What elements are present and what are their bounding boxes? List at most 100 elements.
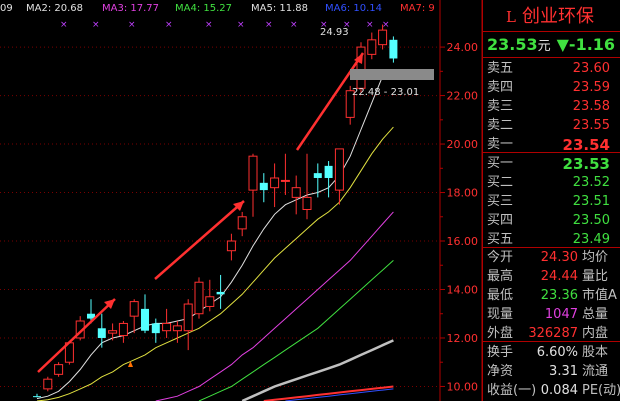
row-right-label: 总量 (582, 307, 609, 322)
row-value: 23.51 (572, 194, 610, 209)
candle-body-up (237, 216, 247, 230)
x-marker: × (165, 20, 173, 30)
row-value: 6.60% (536, 345, 578, 360)
ma-legend: 09 MA2: 20.68 MA3: 17.77 MA4: 15.27 MA5:… (0, 0, 440, 18)
stock-title: L 创业环保 (506, 4, 594, 30)
book-divider (482, 152, 620, 153)
candle-body-up (367, 39, 377, 55)
row-value: 23.36 (540, 288, 578, 303)
row-label: 卖五 (487, 61, 514, 76)
row-value: 23.58 (572, 99, 610, 114)
axis-tick-label: 12.00 (447, 332, 479, 345)
candle-body-down (97, 328, 106, 338)
x-marker: × (237, 20, 245, 30)
last-price: 23.53 (487, 35, 538, 54)
candle-body-down (313, 173, 322, 178)
row-value: 24.30 (540, 250, 578, 265)
candle-body-up (334, 148, 344, 191)
ma-legend-prefix: 09 (0, 3, 13, 14)
candle-body-up (54, 364, 64, 375)
candle-body-down (216, 291, 225, 295)
candle-body-down (324, 165, 333, 178)
candle-body-down (33, 396, 41, 398)
row-value: 1047 (544, 307, 578, 322)
row-value: 3.31 (549, 364, 578, 379)
axis-tick-label: 10.00 (447, 380, 479, 393)
stock-name: 创业环保 (521, 6, 594, 27)
row-right-label: 流通 (582, 364, 609, 379)
row-label: 收益(一) (487, 383, 537, 398)
price-unit: 元 (537, 39, 551, 54)
quote-row: 卖四 23.59 (482, 78, 620, 98)
quote-row: 卖二 23.55 (482, 116, 620, 136)
row-label: 今开 (487, 250, 514, 265)
row-label: 净资 (487, 364, 514, 379)
candle-body-up (194, 281, 204, 315)
quote-row: 换手 6.60% 股本 (482, 343, 620, 363)
row-value: 24.44 (540, 269, 578, 284)
row-value: 23.50 (572, 213, 610, 228)
quote-row: 今开 24.30 均价 (482, 248, 620, 268)
x-marker: × (92, 20, 100, 30)
candle-body-down (141, 308, 149, 331)
stats-divider (482, 341, 620, 342)
candle-body-up (43, 378, 53, 390)
candle-body-down (151, 323, 160, 334)
axis-tick-label: 20.00 (447, 138, 479, 151)
candle-body-up (226, 240, 236, 252)
stock-type-icon: L (506, 8, 516, 26)
row-value: 23.59 (572, 80, 610, 95)
candle-body-down (259, 182, 268, 191)
candle-body-up (270, 177, 280, 189)
row-right-label: 市值A (582, 288, 617, 303)
candle-body-up (302, 196, 312, 210)
row-label: 现量 (487, 307, 514, 322)
candle-body-up (172, 325, 182, 332)
quote-row: 买一 23.53 (482, 154, 620, 174)
price-change: ▼-1.16 (556, 35, 616, 54)
candle-body-up (248, 155, 258, 191)
kline-chart-area[interactable]: × × × × × × × × × × × × 24.00 22.00 20.00 18.00 16.00 14… (0, 0, 482, 401)
ma-legend-ma4: MA4: 15.27 (175, 3, 233, 14)
x-marker: × (60, 20, 68, 30)
row-value: 23.52 (572, 175, 610, 190)
range-label: 22.48 - 23.01 (352, 87, 419, 98)
row-value: 23.55 (572, 118, 610, 133)
x-marker: × (382, 20, 390, 30)
candle-body-up (162, 322, 172, 332)
kline-chart[interactable]: × × × × × × × × × × × × 24.0022.0020.0018.0016.0014… (0, 0, 482, 401)
candle-body-up (129, 301, 139, 317)
row-label: 买三 (487, 194, 514, 209)
quote-row: 最高 24.44 量比 (482, 267, 620, 287)
candle-body-up (280, 179, 290, 182)
axis-tick-label: 18.00 (447, 187, 479, 200)
row-value: 0.084 (540, 383, 578, 398)
stock-kline-window: × × × × × × × × × × × × 24.00 22.00 20.00 18.00 16.00 14… (0, 0, 620, 401)
row-label: 买一 (487, 156, 514, 171)
candle-body-up (108, 330, 118, 334)
cost-band (350, 69, 434, 80)
quote-row: 买三 23.51 (482, 192, 620, 212)
row-right-label: 量比 (582, 269, 609, 284)
row-label: 卖四 (487, 80, 514, 95)
x-marker: × (366, 20, 374, 30)
quote-row: 买二 23.52 (482, 173, 620, 193)
quote-row: 收益(一) 0.084 PE(动) (482, 381, 620, 401)
candle-body-up (291, 187, 301, 198)
ma-legend-ma2: MA2: 20.68 (26, 3, 84, 14)
row-label: 最低 (487, 288, 514, 303)
candle-body-up (183, 303, 193, 332)
row-value: 23.53 (562, 155, 610, 173)
x-marker: × (265, 20, 273, 30)
row-label: 买二 (487, 175, 514, 190)
axis-tick-label: 16.00 (447, 235, 479, 248)
candle-body-up (356, 46, 366, 89)
row-label: 卖三 (487, 99, 514, 114)
row-label: 买四 (487, 213, 514, 228)
candle-body-down (389, 39, 398, 59)
ma-legend-ma6: MA6: 10.14 (325, 3, 383, 14)
axis-tick-label: 14.00 (447, 283, 479, 296)
quote-row: 净资 3.31 流通 (482, 362, 620, 382)
candle-body-up (118, 322, 128, 337)
row-label: 卖二 (487, 118, 514, 133)
